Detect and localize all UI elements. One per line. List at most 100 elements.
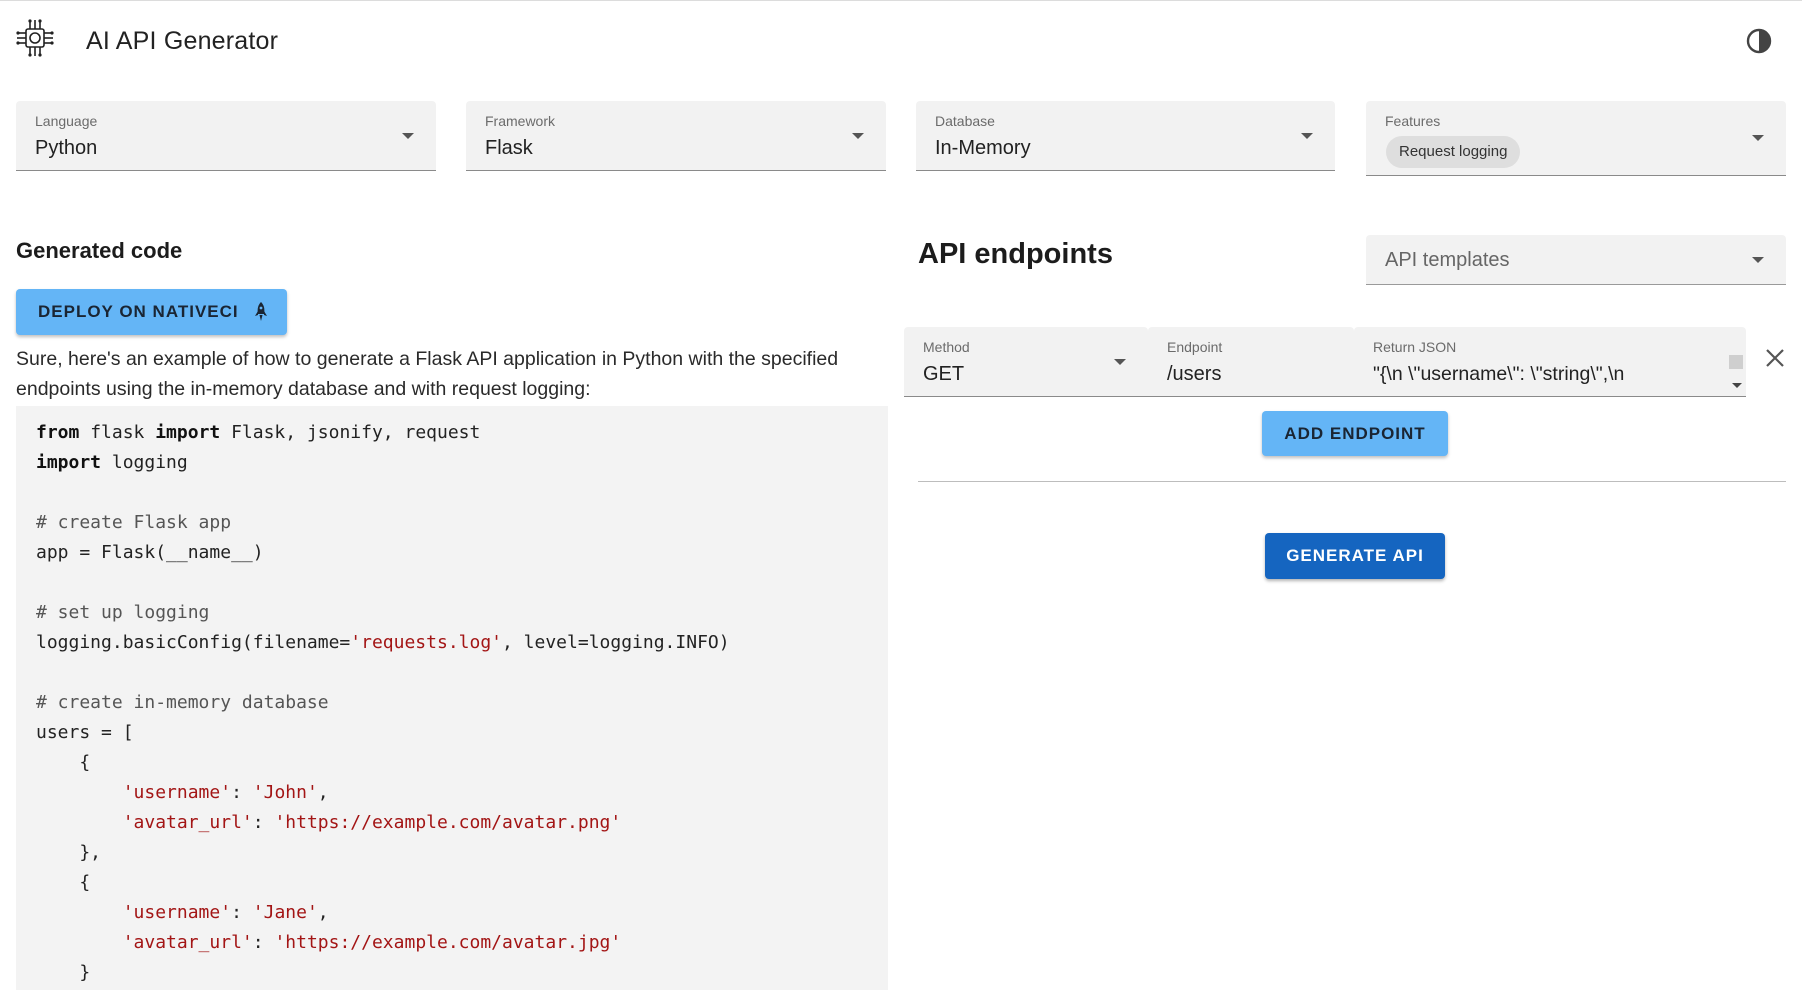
code-token: }, [36, 842, 102, 863]
database-select[interactable]: Database In-Memory [916, 101, 1335, 171]
code-token: # create in-memory database [36, 692, 329, 713]
code-token: 'Jane' [252, 902, 318, 923]
rocket-icon [254, 302, 267, 321]
database-value: In-Memory [935, 137, 1031, 159]
chevron-down-icon [1301, 133, 1313, 139]
code-line: 'username': 'John', [36, 778, 888, 808]
code-token: # set up logging [36, 602, 210, 623]
code-token: , [317, 902, 329, 923]
return-json-field[interactable]: Return JSON "{\n \"username\": \"string\… [1354, 327, 1746, 397]
code-token: flask [79, 422, 156, 443]
code-token: { [36, 872, 91, 893]
code-token: : [252, 812, 275, 833]
code-line: # create in-memory database [36, 688, 888, 718]
api-templates-select[interactable]: API templates [1366, 235, 1786, 285]
code-token: { [36, 752, 91, 773]
code-token: import [155, 422, 221, 443]
code-token: 'username' [122, 782, 232, 803]
code-line: # set up logging [36, 598, 888, 628]
framework-label: Framework [485, 113, 556, 129]
code-line: { [36, 748, 888, 778]
method-label: Method [923, 339, 970, 355]
generate-api-button[interactable]: GENERATE API [1265, 533, 1445, 579]
code-token: } [36, 962, 91, 983]
language-select[interactable]: Language Python [16, 101, 436, 171]
code-token: 'https://example.com/avatar.png' [274, 812, 622, 833]
method-select[interactable]: Method GET [904, 327, 1148, 397]
return-json-label: Return JSON [1373, 339, 1457, 355]
code-line: users = [ [36, 718, 888, 748]
framework-select[interactable]: Framework Flask [466, 101, 886, 171]
endpoint-label: Endpoint [1167, 339, 1223, 355]
code-token: 'requests.log' [350, 632, 502, 653]
generated-intro-text: Sure, here's an example of how to genera… [16, 348, 839, 400]
features-select[interactable]: Features Request logging [1366, 101, 1786, 176]
code-token: 'avatar_url' [122, 932, 253, 953]
chevron-down-icon [1752, 135, 1764, 141]
api-templates-placeholder: API templates [1385, 249, 1510, 271]
code-token: , [317, 782, 329, 803]
scrollbar-thumb[interactable] [1729, 355, 1743, 369]
language-label: Language [35, 113, 98, 129]
code-line: logging.basicConfig(filename='requests.l… [36, 628, 888, 658]
close-icon[interactable] [1762, 345, 1788, 371]
code-line: 'avatar_url': 'https://example.com/avata… [36, 808, 888, 838]
code-token: 'https://example.com/avatar.jpg' [274, 932, 622, 953]
code-token: , level=logging.INFO) [502, 632, 730, 653]
contrast-icon[interactable] [1745, 27, 1773, 55]
app-header: AI API Generator [0, 1, 1802, 81]
code-token: app = Flask(__name__) [36, 542, 264, 563]
divider [918, 481, 1786, 482]
add-endpoint-button[interactable]: ADD ENDPOINT [1262, 411, 1448, 456]
code-token: 'username' [122, 902, 232, 923]
code-line: }, [36, 838, 888, 868]
code-token: 'avatar_url' [122, 812, 253, 833]
chevron-down-icon [402, 133, 414, 139]
endpoint-row: Method GET Endpoint /users Return JSON "… [904, 327, 1746, 397]
code-token: : [231, 902, 253, 923]
code-token: import [36, 452, 102, 473]
code-token: users = [ [36, 722, 134, 743]
return-json-value: "{\n \"username\": \"string\",\n [1373, 363, 1625, 385]
code-block: from flask import Flask, jsonify, reques… [16, 406, 888, 990]
features-label: Features [1385, 113, 1441, 129]
code-token: logging [101, 452, 188, 473]
code-line: app = Flask(__name__) [36, 538, 888, 568]
ai-chip-icon [16, 19, 54, 57]
database-label: Database [935, 113, 995, 129]
code-line: 'username': 'Jane', [36, 898, 888, 928]
deploy-button-label: DEPLOY ON NATIVECI [38, 302, 239, 321]
generated-code-heading: Generated code [16, 238, 183, 263]
code-line: { [36, 868, 888, 898]
endpoint-field[interactable]: Endpoint /users [1148, 327, 1354, 397]
code-line: from flask import Flask, jsonify, reques… [36, 418, 888, 448]
method-value: GET [923, 363, 965, 385]
code-token: from [36, 422, 80, 443]
code-token: : [252, 932, 275, 953]
code-token: 'John' [252, 782, 318, 803]
code-line: # create Flask app [36, 508, 888, 538]
chevron-down-icon [1114, 359, 1126, 365]
code-token: logging.basicConfig(filename= [36, 632, 351, 653]
code-token: : [231, 782, 253, 803]
endpoint-value: /users [1167, 363, 1222, 385]
code-line: import logging [36, 448, 888, 478]
feature-chip[interactable]: Request logging [1386, 136, 1521, 168]
deploy-button[interactable]: DEPLOY ON NATIVECI [16, 289, 287, 335]
code-line: } [36, 958, 888, 988]
api-endpoints-heading: API endpoints [918, 238, 1113, 270]
code-token: # create Flask app [36, 512, 232, 533]
chevron-down-icon [1752, 257, 1764, 263]
json-scrollbar[interactable] [1728, 327, 1746, 397]
framework-value: Flask [485, 137, 533, 159]
code-token: Flask, jsonify, request [220, 422, 481, 443]
scroll-down-arrow-icon[interactable] [1732, 383, 1742, 388]
code-content: from flask import Flask, jsonify, reques… [36, 418, 888, 988]
